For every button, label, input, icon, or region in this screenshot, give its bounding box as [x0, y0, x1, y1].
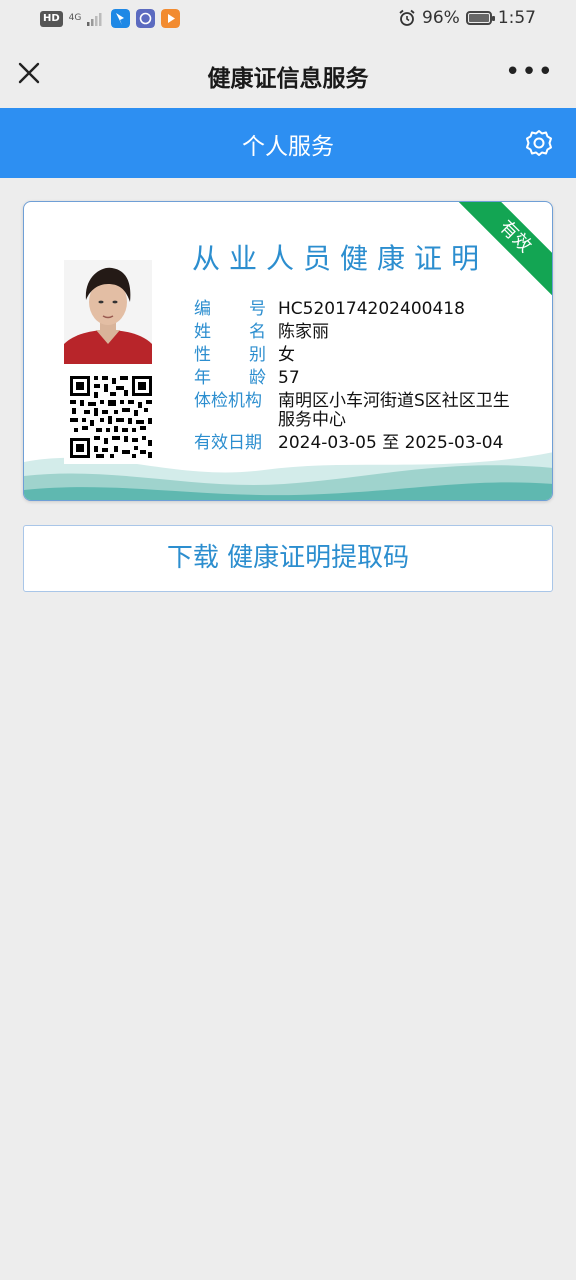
app-icon-orange — [161, 9, 181, 28]
battery-icon — [465, 11, 495, 25]
card-title: 从业人员健康证明 — [192, 242, 489, 275]
health-certificate-card: 有效 从业人员健康证明 编 号 HC520174202400418 姓 名 陈家… — [23, 201, 553, 501]
signal-icon — [87, 12, 102, 26]
clock-time: 1:57 — [497, 8, 536, 28]
field-value-gender: 女 — [278, 345, 295, 365]
field-value-age: 57 — [278, 368, 300, 388]
page-title: 健康证信息服务 — [207, 66, 369, 92]
download-code-button[interactable]: 下载 健康证明提取码 — [23, 525, 553, 592]
field-value-name: 陈家丽 — [278, 322, 329, 342]
field-label-number: 编号 — [194, 299, 266, 319]
more-options-icon[interactable]: ••• — [505, 59, 554, 85]
status-right: 96% 1:57 — [398, 8, 536, 28]
nav-bar: 健康证信息服务 ••• — [0, 38, 576, 108]
section-header: 个人服务 — [0, 108, 576, 178]
status-bar: HD 4G 96% 1:57 — [0, 0, 576, 38]
field-label-gender: 性别 — [194, 345, 266, 365]
field-label-age: 年龄 — [194, 368, 266, 388]
app-icon-blue — [111, 9, 131, 28]
qr-code[interactable] — [64, 372, 158, 464]
hd-badge: HD — [40, 10, 63, 27]
field-value-institution: 南明区小车河街道S区社区卫生服务中心 — [278, 391, 510, 430]
field-label-institution: 体检机构 — [194, 391, 262, 411]
field-label-validity: 有效日期 — [194, 433, 262, 453]
alarm-icon — [399, 9, 415, 26]
id-photo — [64, 260, 152, 364]
field-label-name: 姓名 — [194, 322, 266, 342]
field-value-validity: 2024-03-05 至 2025-03-04 — [278, 433, 504, 453]
app-icon-purple — [136, 9, 156, 28]
field-value-number: HC520174202400418 — [278, 299, 465, 319]
battery-percent: 96% — [422, 8, 460, 28]
section-title: 个人服务 — [242, 134, 334, 160]
status-left: HD 4G — [40, 9, 181, 28]
network-4g-label: 4G — [68, 13, 82, 23]
gear-icon[interactable] — [524, 128, 554, 158]
